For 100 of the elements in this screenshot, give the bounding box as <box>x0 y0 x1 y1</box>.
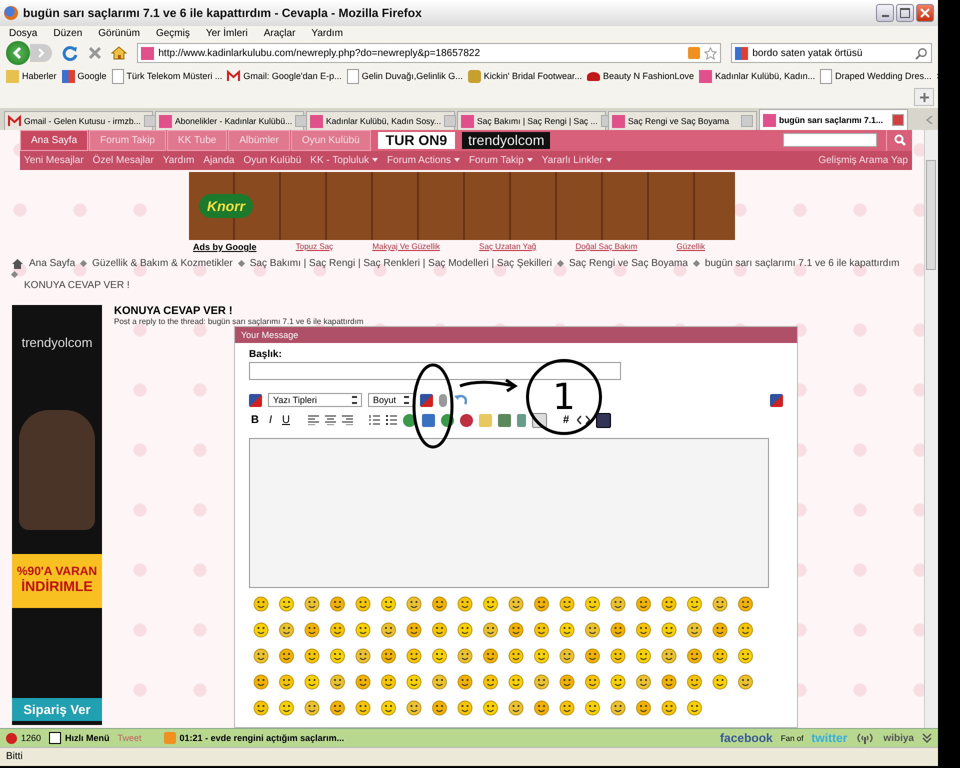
ad-label[interactable]: Ads by Google <box>193 242 257 252</box>
code-button[interactable]: # <box>560 414 572 426</box>
facebook-link[interactable]: facebook <box>720 731 773 745</box>
separator-icon <box>10 270 18 278</box>
ad-link[interactable]: Saç Uzatan Yağ <box>479 242 536 252</box>
star-icon[interactable] <box>704 46 718 60</box>
bookmark-item[interactable]: Google <box>62 70 107 82</box>
home-icon[interactable] <box>111 45 128 61</box>
news-ticker[interactable]: 01:21 - evde rengini açtığım saçlarım... <box>164 732 344 744</box>
nav-link[interactable]: Yardım <box>162 154 194 166</box>
format-button[interactable]: I <box>266 414 274 426</box>
hand-drawn-arrow <box>458 377 518 393</box>
format-button[interactable]: B <box>249 414 261 426</box>
nav-link[interactable]: Yeni Mesajlar <box>24 154 84 166</box>
nav-link[interactable]: Ajanda <box>203 154 234 166</box>
ad-link[interactable]: Topuz Saç <box>296 242 334 252</box>
breadcrumb-link[interactable]: Ana Sayfa <box>29 258 76 269</box>
menu-item[interactable]: Düzen <box>53 28 82 38</box>
menu-item[interactable]: Dosya <box>9 28 38 38</box>
back-button[interactable] <box>6 41 30 65</box>
ad-link[interactable]: Doğal Saç Bakım <box>575 242 638 252</box>
nav-link[interactable]: KK - Topluluk <box>310 154 378 166</box>
status-text: Bitti <box>6 750 23 762</box>
quick-menu-button[interactable]: Hızlı Menü <box>49 732 110 744</box>
bookmark-item[interactable]: Gmail: Google'dan E-p... <box>227 70 342 82</box>
bookmark-item[interactable]: Kadınlar Kulübü, Kadın... <box>699 70 816 82</box>
browser-tab[interactable]: bugün sarı saçlarımı 7.1... <box>759 109 908 130</box>
separator-icon <box>80 260 88 268</box>
browser-tab[interactable]: Saç Bakımı | Saç Rengi | Saç ... <box>457 111 606 130</box>
brand-logo: Knorr <box>199 194 254 218</box>
nav-link[interactable]: Forum Actions <box>387 154 460 166</box>
minimize-button[interactable] <box>876 4 894 22</box>
collapse-icon[interactable] <box>922 733 932 743</box>
advanced-search-link[interactable]: Gelişmiş Arama Yap <box>818 154 908 166</box>
logo-link[interactable]: trendyolcom <box>462 132 550 149</box>
browser-tab[interactable]: Saç Rengi ve Saç Boyama <box>608 111 757 130</box>
search-field[interactable]: bordo saten yatak örtüsü <box>731 43 932 63</box>
bookmark-item[interactable]: Türk Telekom Müsteri ... <box>112 68 222 84</box>
browser-logo-icon <box>4 6 18 20</box>
maximize-button[interactable] <box>896 4 914 22</box>
address-field[interactable]: http://www.kadinlarkulubu.com/newreply.php?do=newreply&p=18657822 <box>137 43 722 63</box>
panel-title: Your Message <box>235 327 797 343</box>
scrollbar[interactable] <box>924 130 938 728</box>
site-tab[interactable]: Ana Sayfa <box>20 130 88 151</box>
counter-text[interactable]: 1260 <box>6 732 42 744</box>
site-search-field[interactable] <box>783 133 877 148</box>
separator-icon <box>692 260 700 268</box>
menu-item[interactable]: Yardım <box>311 28 343 38</box>
breadcrumb-link[interactable]: Saç Bakımı | Saç Rengi | Saç Renkleri | Saç Modelleri | Saç Şekilleri <box>250 258 552 269</box>
nav-link[interactable]: Özel Mesajlar <box>92 154 154 166</box>
separator-icon <box>238 260 245 268</box>
close-button[interactable] <box>916 4 934 22</box>
browser-tab[interactable]: Gmail - Gelen Kutusu - irmzb... <box>4 111 153 130</box>
align-icon[interactable] <box>324 415 336 425</box>
page-subtitle: Post a reply to the thread: bugün sarı saçlarımı 7.1 ve 6 ile kapattırdım <box>114 317 364 326</box>
window-title: bugün sarı saçlarımı 7.1 ve 6 ile kapattırdım - Cevapla - Mozilla Firefox <box>23 6 423 20</box>
brand-logo[interactable]: wibiya <box>883 732 914 744</box>
ad-link[interactable]: Güzellik <box>676 242 705 252</box>
bookmark-item[interactable]: Beauty N FashionLove <box>587 71 694 81</box>
breadcrumb-current: KONUYA CEVAP VER ! <box>23 280 131 291</box>
nav-link[interactable]: Yararlı Linkler <box>542 154 612 166</box>
signal-icon[interactable] <box>855 732 876 744</box>
title-field[interactable] <box>249 362 621 380</box>
mail-icon <box>227 70 240 82</box>
browser-tab[interactable]: Abonelikler - Kadınlar Kulübü... <box>155 111 304 130</box>
menu-item[interactable]: Araçlar <box>264 28 296 38</box>
breadcrumb-link[interactable]: Saç Rengi ve Saç Boyama <box>568 258 688 269</box>
menu-item[interactable]: Geçmiş <box>156 28 190 38</box>
format-button[interactable]: U <box>280 414 292 426</box>
undo-icon[interactable] <box>453 394 467 406</box>
ad-link[interactable]: Makyaj Ve Güzellik <box>372 242 440 252</box>
logo-link[interactable]: TUR ON9 <box>378 132 456 149</box>
align-icon[interactable] <box>342 415 353 425</box>
bullet-list-icon[interactable] <box>386 415 397 425</box>
font-select[interactable]: Yazı Tipleri <box>268 393 362 407</box>
plus-icon <box>920 93 928 102</box>
numbered-list-icon[interactable] <box>368 415 380 425</box>
bookmark-item[interactable]: Kickin' Bridal Footwear... <box>468 70 582 82</box>
breadcrumb-link[interactable]: Güzellik & Bakım & Kozmetikler <box>92 258 233 269</box>
size-select[interactable]: Boyut <box>368 393 414 407</box>
breadcrumb-link[interactable]: bugün sarı saçlarımı 7.1 ve 6 ile kapattırdım <box>704 258 900 269</box>
home-icon[interactable] <box>12 258 23 268</box>
ad-banner[interactable]: Knorr <box>189 172 735 240</box>
align-icon[interactable] <box>308 415 319 425</box>
side-ad[interactable]: trendyolcom %90'A VARAN İNDİRIMLE Sipariş Ver <box>12 305 102 725</box>
nav-link[interactable]: Forum Takip <box>468 154 533 166</box>
reload-icon[interactable] <box>62 45 78 61</box>
menu-item[interactable]: Yer İmleri <box>206 28 248 38</box>
stop-icon[interactable] <box>88 46 102 60</box>
search-icon[interactable] <box>915 46 928 60</box>
bookmark-item[interactable]: Gelin Duvağı,Gelinlik G... <box>346 68 463 84</box>
bookmark-item[interactable]: Haberler <box>6 70 57 82</box>
html-code-icon[interactable] <box>577 415 590 425</box>
menu-item[interactable]: Görünüm <box>98 28 140 38</box>
fan-text: Fan of <box>780 734 804 742</box>
browser-tab[interactable]: Kadınlar Kulübü, Kadın Sosy... <box>306 111 455 130</box>
message-field[interactable] <box>249 438 769 588</box>
nav-link[interactable]: Oyun Kulübü <box>243 154 302 166</box>
add-button[interactable] <box>914 88 934 106</box>
bookmark-item[interactable]: Draped Wedding Dres... <box>820 68 932 84</box>
